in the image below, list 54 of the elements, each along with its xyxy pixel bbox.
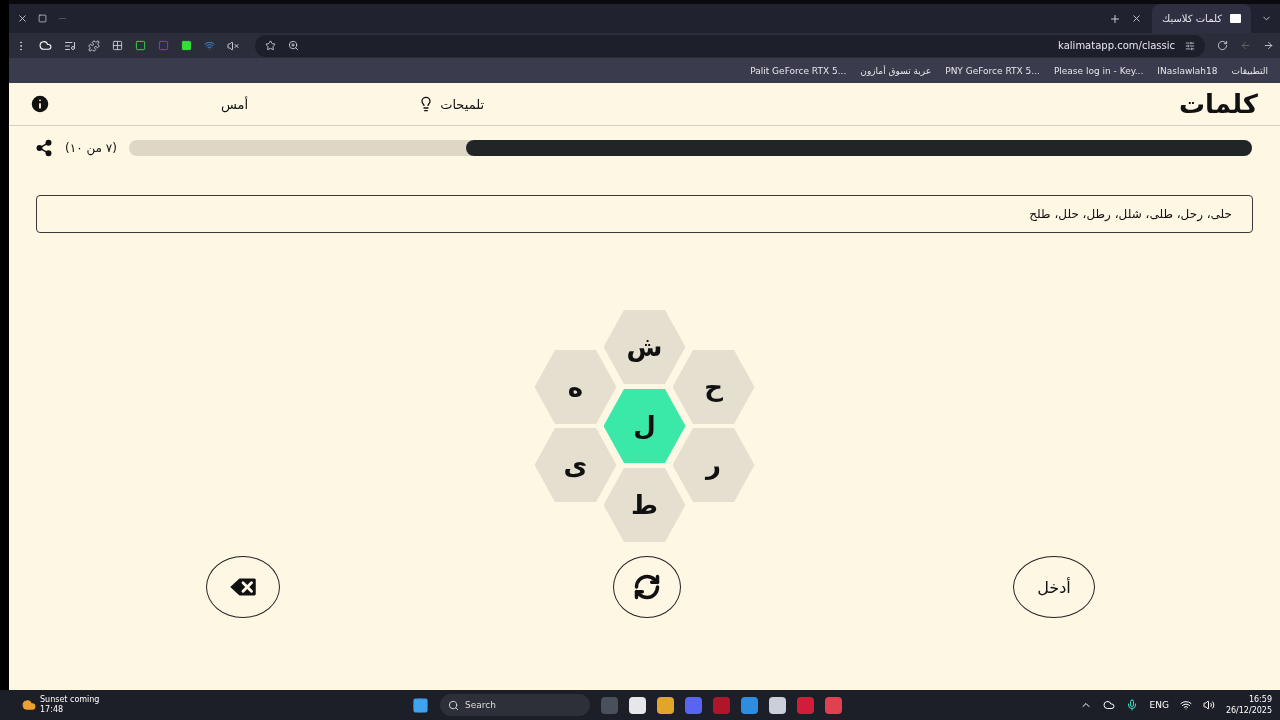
taskbar-search-field[interactable]: Search: [440, 694, 590, 716]
search-icon: [448, 699, 459, 711]
star-icon[interactable]: [265, 40, 276, 51]
bookmark[interactable]: عربة تسوق أمازون: [860, 65, 932, 76]
letter-tile[interactable]: ح: [672, 350, 755, 424]
new-tab-icon[interactable]: [1108, 12, 1121, 25]
app-icon[interactable]: [629, 696, 646, 714]
yesterday-link[interactable]: أمس: [221, 96, 249, 112]
share-icon[interactable]: [35, 139, 53, 157]
tab-title: كلمات كلاسيك: [1161, 13, 1222, 24]
browser-tab[interactable]: كلمات كلاسيك: [1151, 4, 1251, 33]
center-letter-tile[interactable]: ل: [603, 389, 686, 463]
weather-title: Sunset coming: [40, 695, 100, 705]
reload-icon[interactable]: [1217, 40, 1228, 51]
letter-tile[interactable]: ر: [672, 428, 755, 502]
letter-tile[interactable]: ى: [534, 428, 617, 502]
forward-icon[interactable]: [1263, 40, 1274, 51]
letter-tile[interactable]: ش: [603, 310, 686, 384]
info-icon[interactable]: [29, 93, 51, 115]
language-indicator[interactable]: ENG: [1149, 700, 1169, 710]
clock[interactable]: 16:59 26/12/2025: [1225, 694, 1272, 716]
zoom-icon[interactable]: [288, 40, 299, 51]
letter-tile[interactable]: ط: [603, 468, 686, 542]
bookmark[interactable]: PNY GeForce RTX 5...: [945, 65, 1040, 76]
url-text: kalimatapp.com/classic: [1058, 40, 1175, 51]
bookmark[interactable]: التطبيقات: [1231, 65, 1268, 76]
letter-tile[interactable]: ه: [534, 350, 617, 424]
close-tab-icon[interactable]: [1130, 13, 1142, 24]
mute-icon[interactable]: [227, 39, 239, 52]
playlist-icon[interactable]: [64, 39, 76, 52]
restore-icon[interactable]: [38, 14, 47, 23]
logo: كلمات: [1178, 89, 1258, 119]
bookmark[interactable]: INaslawlah18: [1157, 65, 1218, 76]
windows-start-icon[interactable]: [412, 696, 429, 714]
progress-label: (٧ من ١٠): [65, 141, 117, 155]
favicon-icon: [1230, 14, 1241, 23]
weather-icon: [22, 698, 36, 712]
wifi-icon[interactable]: [204, 40, 215, 51]
bookmark[interactable]: Palit GeForce RTX 5...: [750, 65, 847, 76]
close-icon[interactable]: [17, 13, 28, 24]
site-settings-icon[interactable]: [1185, 40, 1195, 51]
volume-icon[interactable]: [1202, 699, 1215, 711]
found-words-field: حلى، رحل، طلى، شلل، رطل، حلل، طلح: [36, 195, 1253, 233]
bookmark[interactable]: Please log in - Key...: [1053, 65, 1144, 76]
address-bar[interactable]: kalimatapp.com/classic: [255, 34, 1205, 57]
extensions-icon[interactable]: [88, 39, 100, 52]
network-icon[interactable]: [1179, 699, 1192, 711]
weather-time: 17:48: [40, 705, 65, 715]
shuffle-icon: [632, 573, 661, 601]
app-icon[interactable]: [657, 696, 674, 714]
hints-link[interactable]: تلميحات: [418, 96, 485, 112]
app-icon[interactable]: [769, 696, 786, 714]
cloud-icon[interactable]: [1103, 699, 1116, 711]
microphone-icon[interactable]: [1126, 699, 1139, 711]
